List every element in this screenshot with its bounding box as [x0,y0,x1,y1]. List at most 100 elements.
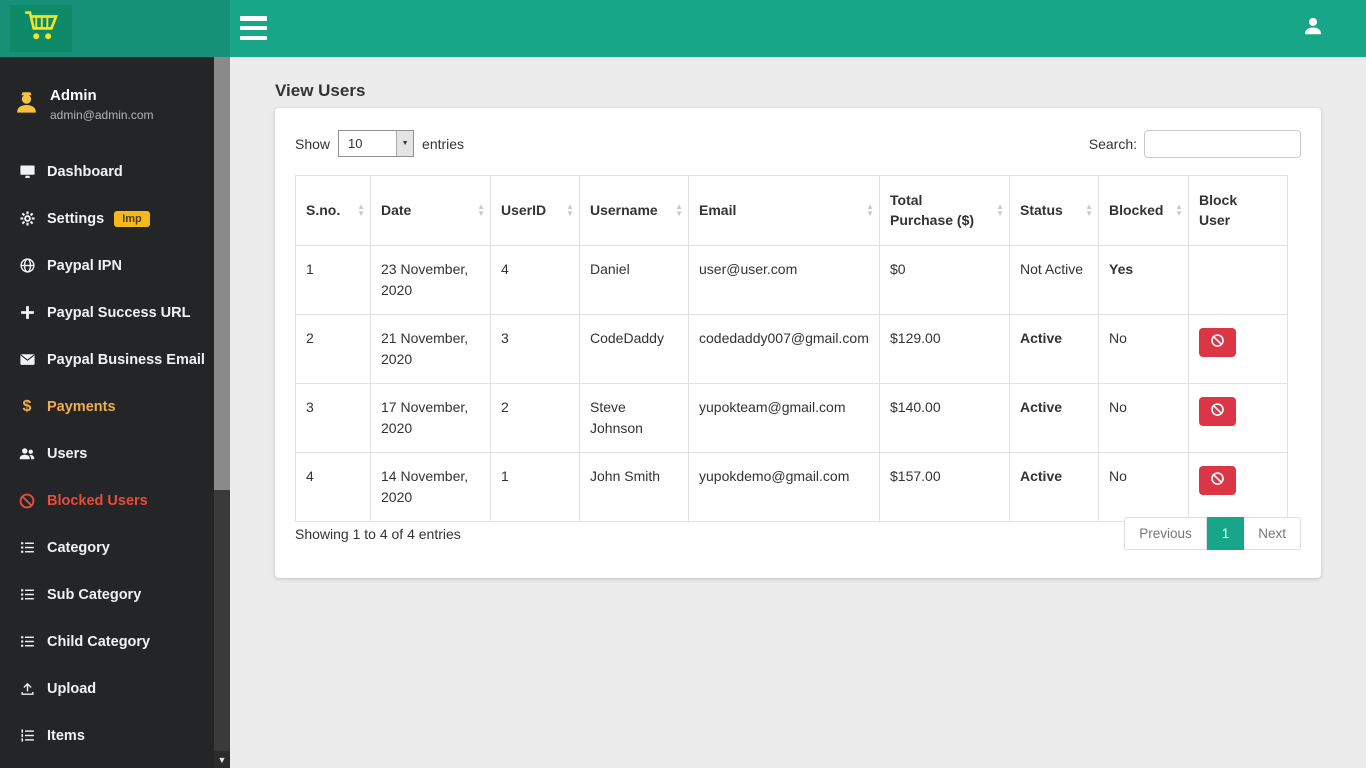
sidebar-item-label: Items [47,727,85,744]
cell-status: Active [1009,313,1099,384]
sort-icon: ▲ ▼ [1175,202,1183,219]
list-icon [16,539,38,556]
sidebar-item-paypal-success-url[interactable]: Paypal Success URL [0,289,230,336]
sidebar-item-label: Paypal Success URL [47,304,191,321]
sidebar-item-paypal-ipn[interactable]: Paypal IPN [0,242,230,289]
sidebar-item-label: Paypal Business Email [47,351,205,368]
desktop-icon [16,163,38,180]
cell-total: $140.00 [879,382,1010,453]
cell-sno: 1 [295,244,371,315]
sidebar-item-label: Users [47,445,88,462]
table-footer: Showing 1 to 4 of 4 entries Previous 1 N… [295,517,1301,550]
table-row: 4 14 November, 2020 1 John Smith yupokde… [295,451,1288,522]
sidebar-item-dashboard[interactable]: Dashboard [0,148,230,195]
profile-email: admin@admin.com [50,108,154,122]
cell-email: codedaddy007@gmail.com [688,313,880,384]
cell-userid: 3 [490,313,580,384]
users-table-card: Show 10 ▼ entries Search: S.no. ▲ ▼ Date… [275,108,1321,578]
search-label: Search: [1088,136,1137,152]
sidebar-item-payments[interactable]: $ Payments [0,383,230,430]
cell-block-user [1188,451,1288,522]
column-header-blocked[interactable]: Blocked ▲ ▼ [1098,175,1189,246]
cell-blocked: Yes [1098,244,1189,315]
list-icon [16,633,38,650]
sidebar-item-label: Category [47,539,110,556]
select-dropdown-icon: ▼ [396,131,414,156]
sort-icon: ▲ ▼ [1085,202,1093,219]
sidebar-item-category[interactable]: Category [0,524,230,571]
sidebar-scrollbar-thumb[interactable] [214,57,230,490]
logo-tile [10,5,72,52]
ban-icon [1210,333,1225,351]
ban-icon [1210,471,1225,489]
table-row: 3 17 November, 2020 2 Steve Johnson yupo… [295,382,1288,453]
cell-block-user [1188,382,1288,453]
cell-userid: 1 [490,451,580,522]
sort-icon: ▲ ▼ [996,202,1004,219]
block-user-button[interactable] [1199,327,1236,357]
sidebar-item-users[interactable]: Users [0,430,230,477]
search-control: Search: [1089,130,1301,158]
pagination-previous[interactable]: Previous [1124,517,1207,550]
sidebar-toggle-button[interactable] [240,16,267,40]
envelope-icon [16,351,38,368]
column-header-sno[interactable]: S.no. ▲ ▼ [295,175,371,246]
sort-icon: ▲ ▼ [866,202,874,219]
cell-block-user [1188,313,1288,384]
topbar [0,0,1366,57]
sidebar-item-label: Child Category [47,633,151,650]
account-menu-button[interactable] [1300,15,1326,41]
logo-home-link[interactable] [0,0,230,57]
pagination-page-1[interactable]: 1 [1206,517,1245,550]
users-table: S.no. ▲ ▼ Date ▲ ▼ UserID ▲ ▼ Username ▲ ▼ Email… [295,175,1288,522]
pagination: Previous 1 Next [1124,517,1301,550]
column-header-email[interactable]: Email ▲ ▼ [688,175,880,246]
cell-sno: 4 [295,451,371,522]
column-header-username[interactable]: Username ▲ ▼ [579,175,689,246]
cell-username: John Smith [579,451,689,522]
cell-total: $129.00 [879,313,1010,384]
sidebar-item-items[interactable]: Items [0,712,230,759]
sidebar-item-label: Blocked Users [47,492,148,509]
sidebar-item-paypal-business-email[interactable]: Paypal Business Email [0,336,230,383]
column-header-total-purchase[interactable]: Total Purchase ($) ▲ ▼ [879,175,1010,246]
cell-email: yupokteam@gmail.com [688,382,880,453]
sidebar-item-settings[interactable]: Settings Imp [0,195,230,242]
page-length-select[interactable]: 10 ▼ [338,130,415,157]
sidebar-item-sub-category[interactable]: Sub Category [0,571,230,618]
sort-icon: ▲ ▼ [675,202,683,219]
column-header-block-user[interactable]: Block User [1188,175,1288,246]
cell-email: user@user.com [688,244,880,315]
cell-blocked: No [1098,451,1189,522]
search-input[interactable] [1144,130,1301,158]
entries-label: entries [422,135,465,152]
sidebar-item-child-category[interactable]: Child Category [0,618,230,665]
cell-email: yupokdemo@gmail.com [688,451,880,522]
cell-username: CodeDaddy [579,313,689,384]
block-user-button[interactable] [1199,396,1236,426]
block-user-button[interactable] [1199,465,1236,495]
pagination-next[interactable]: Next [1244,517,1301,550]
user-icon [1302,15,1324,42]
sidebar-item-upload[interactable]: Upload [0,665,230,712]
sidebar-item-blocked-users[interactable]: Blocked Users [0,477,230,524]
scroll-down-button[interactable]: ▼ [214,751,230,768]
cell-block-user [1188,244,1288,315]
ban-icon [1210,402,1225,420]
profile-name: Admin [50,87,97,104]
cell-total: $157.00 [879,451,1010,522]
column-header-status[interactable]: Status ▲ ▼ [1009,175,1099,246]
column-header-date[interactable]: Date ▲ ▼ [370,175,491,246]
upload-icon [16,680,38,697]
sort-icon: ▲ ▼ [566,202,574,219]
table-row: 2 21 November, 2020 3 CodeDaddy codedadd… [295,313,1288,384]
column-header-userid[interactable]: UserID ▲ ▼ [490,175,580,246]
show-label: Show [295,135,331,152]
cell-blocked: No [1098,382,1189,453]
page-title: View Users [275,81,366,100]
list-icon [16,586,38,603]
main-content: View Users Show 10 ▼ entries Search: S.n… [230,57,1366,768]
sidebar-nav: Dashboard Settings Imp Paypal IPN Paypal… [0,148,230,759]
sidebar-item-label: Upload [47,680,97,697]
cell-status: Active [1009,382,1099,453]
